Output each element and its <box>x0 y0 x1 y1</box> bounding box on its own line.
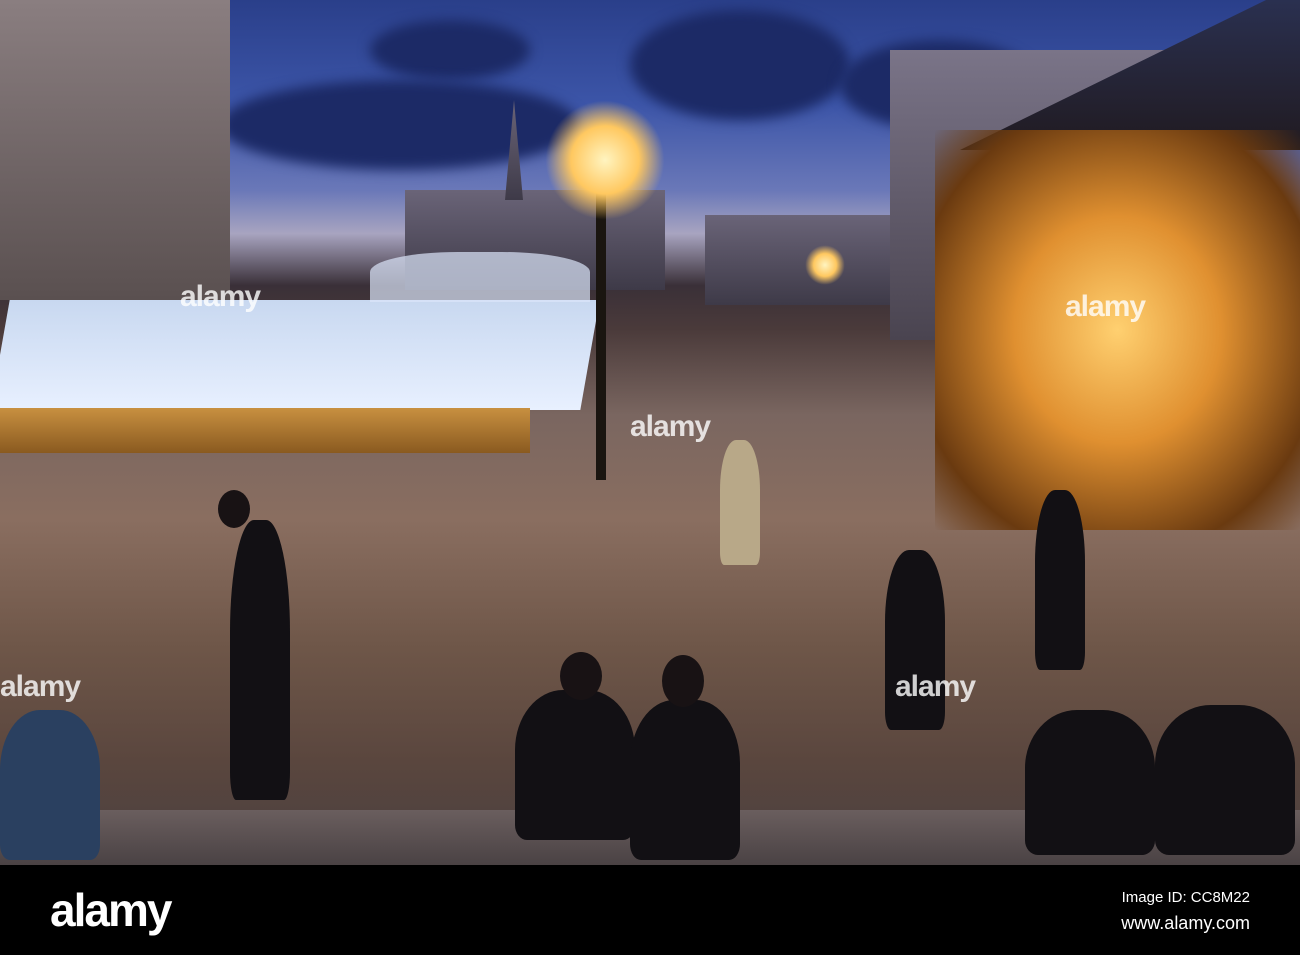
person <box>0 710 100 860</box>
person <box>230 520 290 800</box>
alamy-logo: alamy <box>50 884 172 936</box>
person <box>630 700 740 860</box>
website-link: www.alamy.com <box>1121 913 1250 933</box>
person-head <box>560 652 602 700</box>
image-id: Image ID: CC8M22 <box>1121 889 1250 906</box>
watermark: alamy <box>0 670 81 703</box>
watermark: alamy <box>630 410 711 443</box>
person <box>1025 710 1155 855</box>
lamp-glow <box>545 100 665 220</box>
watermark: alamy <box>895 670 976 703</box>
person-head <box>662 655 704 707</box>
person <box>720 440 760 565</box>
person <box>1035 490 1085 670</box>
ice-rink <box>0 300 600 410</box>
carousel <box>935 130 1300 530</box>
watermark: alamy <box>180 280 261 313</box>
tent <box>370 252 590 302</box>
cloud <box>630 10 850 120</box>
rink-wall <box>0 408 530 453</box>
person <box>1155 705 1295 855</box>
photo: alamy alamy alamy alamy alamy <box>0 0 1300 865</box>
lamp-glow <box>805 245 845 285</box>
cloud <box>370 20 530 80</box>
person-head <box>218 490 250 528</box>
cloud <box>220 80 580 170</box>
footer-bar: alamy Image ID: CC8M22 www.alamy.com <box>0 865 1300 955</box>
person <box>515 690 635 840</box>
watermark: alamy <box>1065 290 1146 323</box>
hotel-de-ville <box>0 0 230 300</box>
